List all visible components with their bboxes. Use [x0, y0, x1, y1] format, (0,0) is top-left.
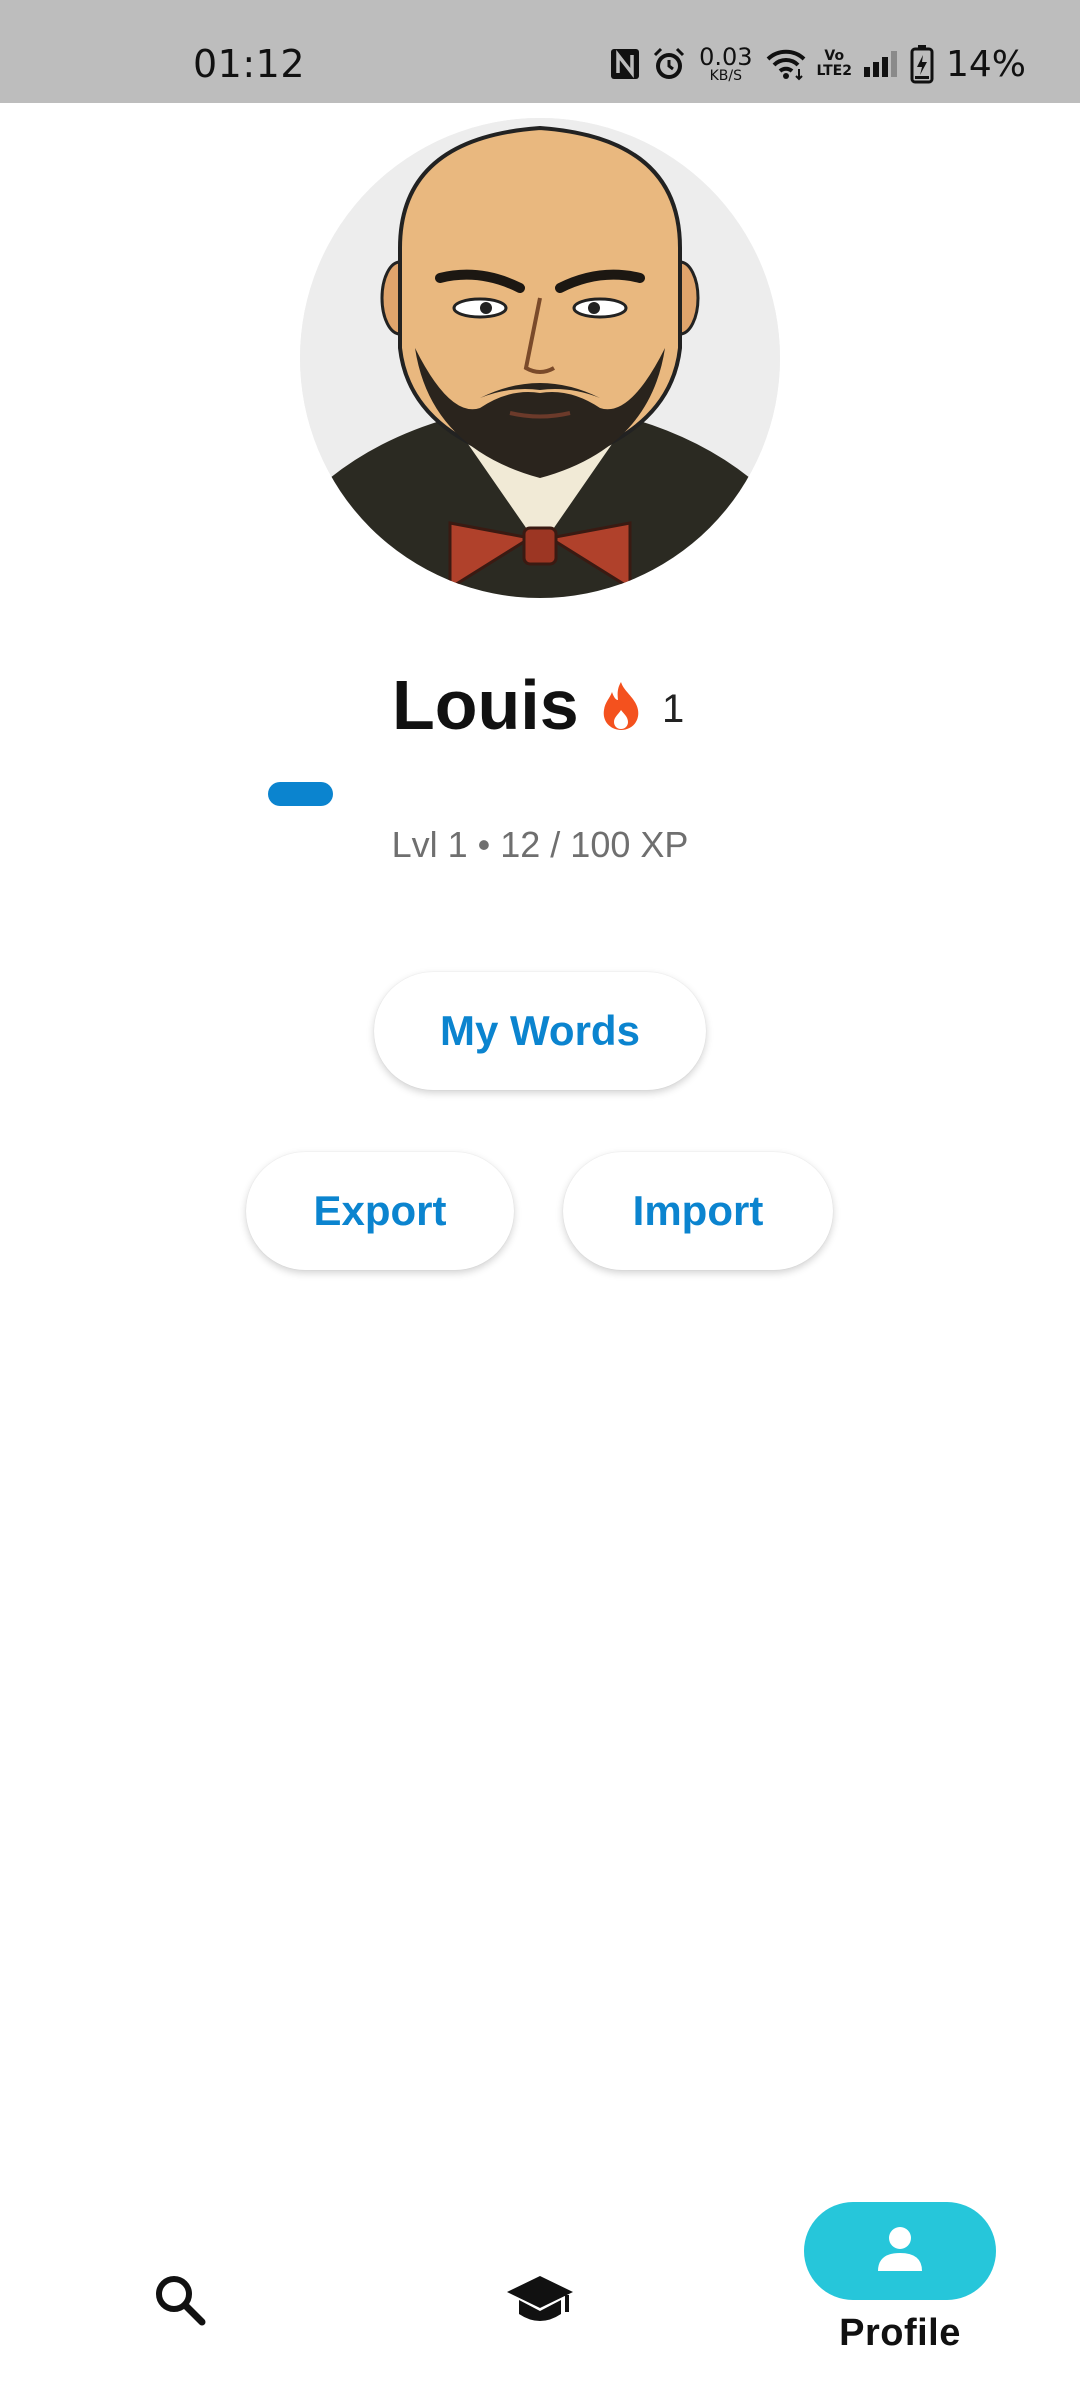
nav-profile-label[interactable]: Profile [780, 2312, 1020, 2355]
streak-indicator: 1 [598, 680, 684, 737]
import-button[interactable]: Import [563, 1152, 833, 1270]
name-row: Louis 1 [0, 660, 1080, 750]
volte-indicator: Vo LTE2 [817, 49, 852, 78]
network-speed: 0.03 KB/S [699, 45, 752, 83]
status-bar: 01:12 0.03 KB/S Vo LTE2 14% [0, 0, 1080, 103]
battery-icon [910, 44, 934, 84]
search-icon [150, 2270, 210, 2335]
network-speed-value: 0.03 [699, 43, 753, 71]
wifi-icon [765, 47, 807, 81]
nav-learn[interactable] [490, 2252, 590, 2352]
xp-text: Lvl 1 • 12 / 100 XP [391, 824, 689, 865]
person-icon [872, 2221, 928, 2282]
signal-icon [862, 49, 900, 79]
status-icons: 0.03 KB/S Vo LTE2 14% [609, 43, 1026, 85]
avatar-illustration [300, 118, 780, 598]
bottom-nav: Profile [0, 2180, 1080, 2400]
network-speed-unit: KB/S [709, 68, 742, 84]
user-name: Louis [392, 666, 579, 744]
graduation-cap-icon [505, 2270, 575, 2335]
nfc-icon [609, 47, 641, 81]
volte-top: Vo [824, 48, 845, 65]
flame-icon [598, 680, 644, 737]
nav-profile[interactable] [804, 2202, 996, 2300]
battery-percent: 14% [945, 43, 1026, 85]
export-button[interactable]: Export [246, 1152, 514, 1270]
volte-bottom: LTE2 [816, 63, 852, 79]
my-words-button[interactable]: My Words [374, 972, 706, 1090]
streak-count: 1 [662, 686, 685, 731]
nav-search[interactable] [130, 2252, 230, 2352]
alarm-icon [651, 46, 687, 82]
xp-progress-fill [268, 782, 334, 806]
status-time: 01:12 [193, 42, 306, 86]
avatar[interactable] [300, 118, 780, 598]
xp-progress-bar [268, 782, 812, 806]
